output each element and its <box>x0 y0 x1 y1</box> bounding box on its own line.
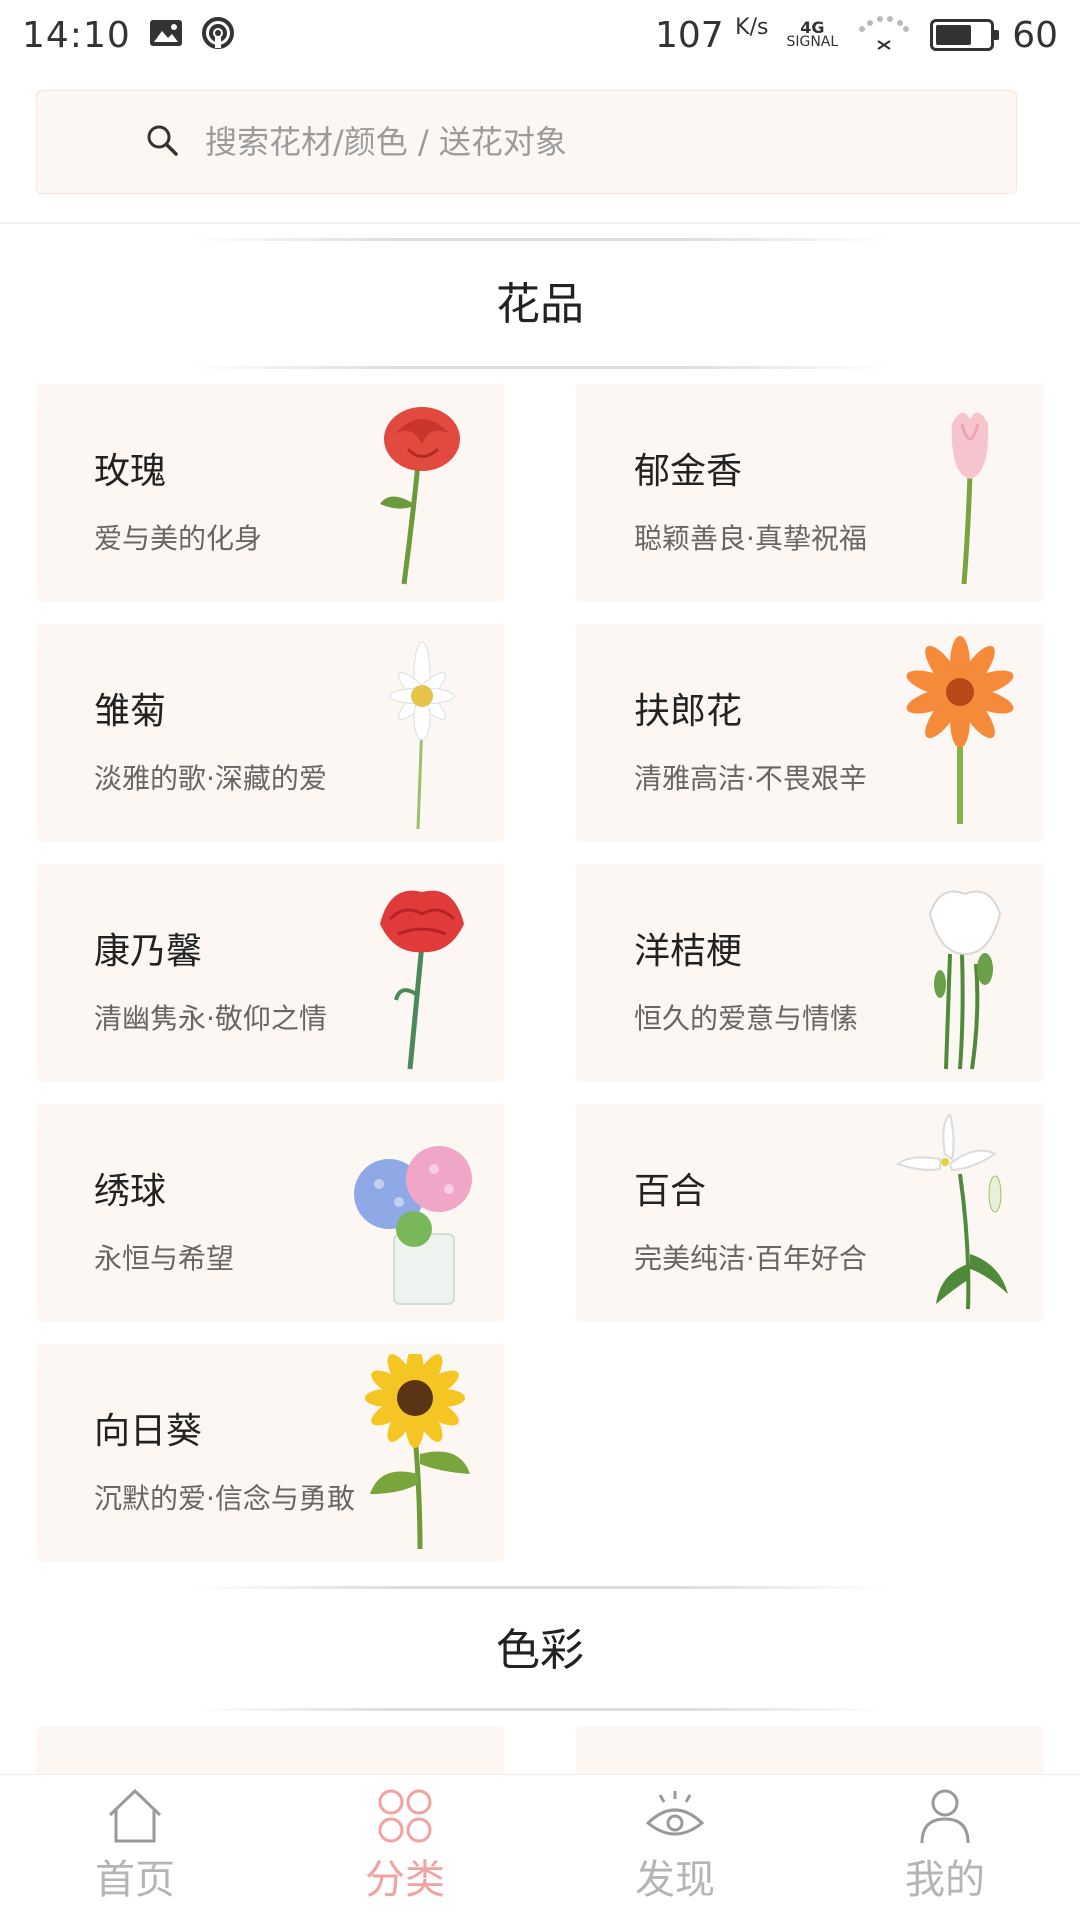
category-icon <box>378 1789 432 1843</box>
image-notification-icon <box>149 19 183 51</box>
signal-text: SIGNAL <box>786 34 839 50</box>
card-title: 康乃馨 <box>94 931 203 972</box>
card-subtitle: 清幽隽永·敬仰之情 <box>94 1002 327 1035</box>
signal-label: 4G <box>800 18 825 37</box>
carnation-icon <box>380 890 464 1070</box>
card-title: 百合 <box>634 1171 707 1212</box>
wifi-off-icon <box>856 13 912 57</box>
card-title: 向日葵 <box>94 1411 203 1452</box>
status-time: 14:10 <box>22 14 131 56</box>
category-card-lily[interactable]: 百合 完美纯洁·百年好合 <box>576 1104 1044 1322</box>
tab-label: 我的 <box>905 1857 985 1903</box>
card-title: 玫瑰 <box>94 451 167 492</box>
lily-icon <box>896 1114 1008 1310</box>
network-speed: 107 K/s <box>655 15 768 56</box>
bottom-tab-bar: 首页 分类 发现 我的 <box>0 1774 1080 1920</box>
category-card-daisy[interactable]: 雏菊 淡雅的歌·深藏的爱 <box>36 624 504 842</box>
card-title: 洋桔梗 <box>634 931 743 972</box>
card-subtitle: 永恒与希望 <box>94 1242 235 1275</box>
section-line-top <box>190 238 890 241</box>
hotspot-icon <box>201 16 235 54</box>
category-card-lisianthus[interactable]: 洋桔梗 恒久的爱意与情愫 <box>576 864 1044 1082</box>
section-line-top <box>190 1586 890 1589</box>
rose-icon <box>380 407 460 585</box>
header-divider <box>0 222 1080 224</box>
daisy-icon <box>389 641 455 830</box>
section-line-bottom <box>190 366 890 369</box>
search-input[interactable] <box>205 123 905 161</box>
network-speed-unit: K/s <box>735 14 769 40</box>
status-bar: 14:10 107 K/s 4G SIGNAL 60 <box>0 0 1080 70</box>
card-subtitle: 爱与美的化身 <box>94 522 263 555</box>
section-line-bottom <box>190 1708 890 1711</box>
status-bar-right: 107 K/s 4G SIGNAL 60 <box>655 13 1058 57</box>
network-speed-value: 107 <box>654 14 724 56</box>
profile-icon <box>920 1789 970 1844</box>
category-card-sunflower[interactable]: 向日葵 沉默的爱·信念与勇敢 <box>36 1344 504 1562</box>
gerbera-icon <box>906 636 1014 824</box>
home-icon <box>108 1788 162 1843</box>
tab-profile[interactable]: 我的 <box>810 1775 1080 1920</box>
card-subtitle: 清雅高洁·不畏艰辛 <box>634 762 867 795</box>
battery-fill <box>936 25 971 45</box>
tab-category[interactable]: 分类 <box>270 1775 540 1920</box>
hydrangea-icon <box>354 1146 472 1305</box>
category-card-hydrangea[interactable]: 绣球 永恒与希望 <box>36 1104 504 1322</box>
card-title: 雏菊 <box>94 691 167 732</box>
tab-label: 分类 <box>365 1857 445 1903</box>
tab-discover[interactable]: 发现 <box>540 1775 810 1920</box>
card-subtitle: 淡雅的歌·深藏的爱 <box>94 762 327 795</box>
card-subtitle: 完美纯洁·百年好合 <box>634 1242 867 1275</box>
tab-home[interactable]: 首页 <box>0 1775 270 1920</box>
category-card-rose[interactable]: 玫瑰 爱与美的化身 <box>36 384 504 602</box>
signal-indicator: 4G SIGNAL <box>786 18 839 50</box>
category-card-carnation[interactable]: 康乃馨 清幽隽永·敬仰之情 <box>36 864 504 1082</box>
battery-icon <box>930 19 1000 51</box>
tab-label: 发现 <box>635 1857 715 1903</box>
card-subtitle: 沉默的爱·信念与勇敢 <box>94 1482 355 1515</box>
section-title-flowers: 花品 <box>496 279 584 330</box>
card-title: 绣球 <box>94 1171 167 1212</box>
tab-label: 首页 <box>95 1857 175 1903</box>
eye-icon <box>645 1791 705 1836</box>
card-title: 郁金香 <box>634 451 743 492</box>
battery-level: 60 <box>1012 14 1058 56</box>
status-bar-left: 14:10 <box>22 15 235 56</box>
card-subtitle: 聪颖善良·真挚祝福 <box>634 522 867 555</box>
category-card-tulip[interactable]: 郁金香 聪颖善良·真挚祝福 <box>576 384 1044 602</box>
card-title: 扶郎花 <box>634 691 743 732</box>
search-icon <box>145 123 179 161</box>
card-subtitle: 恒久的爱意与情愫 <box>634 1002 859 1035</box>
category-card-gerbera[interactable]: 扶郎花 清雅高洁·不畏艰辛 <box>576 624 1044 842</box>
sunflower-icon <box>365 1354 470 1550</box>
section-title-colors: 色彩 <box>496 1625 584 1676</box>
search-bar[interactable] <box>36 90 1017 194</box>
lisianthus-icon <box>928 890 1002 1070</box>
tulip-icon <box>951 412 989 585</box>
